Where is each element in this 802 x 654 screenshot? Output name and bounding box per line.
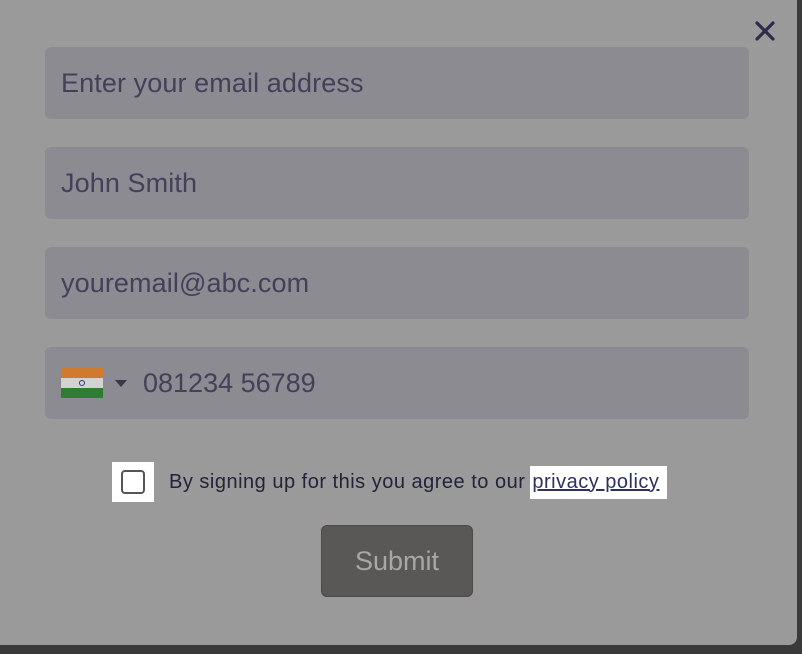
india-flag-icon[interactable] [61, 368, 103, 398]
phone-field[interactable]: 081234 56789 [45, 347, 749, 419]
consent-row: By signing up for this you agree to our … [112, 462, 668, 502]
consent-checkbox[interactable] [112, 462, 154, 502]
privacy-policy-highlight: privacy policy [530, 465, 668, 499]
chevron-down-icon[interactable] [115, 379, 127, 387]
email-address-field[interactable]: Enter your email address [45, 47, 749, 119]
phone-value: 081234 56789 [143, 367, 316, 398]
email-field[interactable]: youremail@abc.com [45, 247, 749, 319]
email-address-placeholder: Enter your email address [61, 67, 364, 98]
close-icon[interactable] [752, 18, 778, 44]
name-value: John Smith [61, 167, 198, 198]
consent-text: By signing up for this you agree to our [169, 470, 526, 493]
checkbox-box [121, 470, 145, 494]
privacy-policy-link[interactable]: privacy policy [532, 471, 659, 494]
email-value: youremail@abc.com [61, 267, 310, 298]
signup-modal: Enter your email address John Smith your… [0, 0, 797, 645]
submit-button[interactable]: Submit [321, 525, 473, 597]
name-field[interactable]: John Smith [45, 147, 749, 219]
